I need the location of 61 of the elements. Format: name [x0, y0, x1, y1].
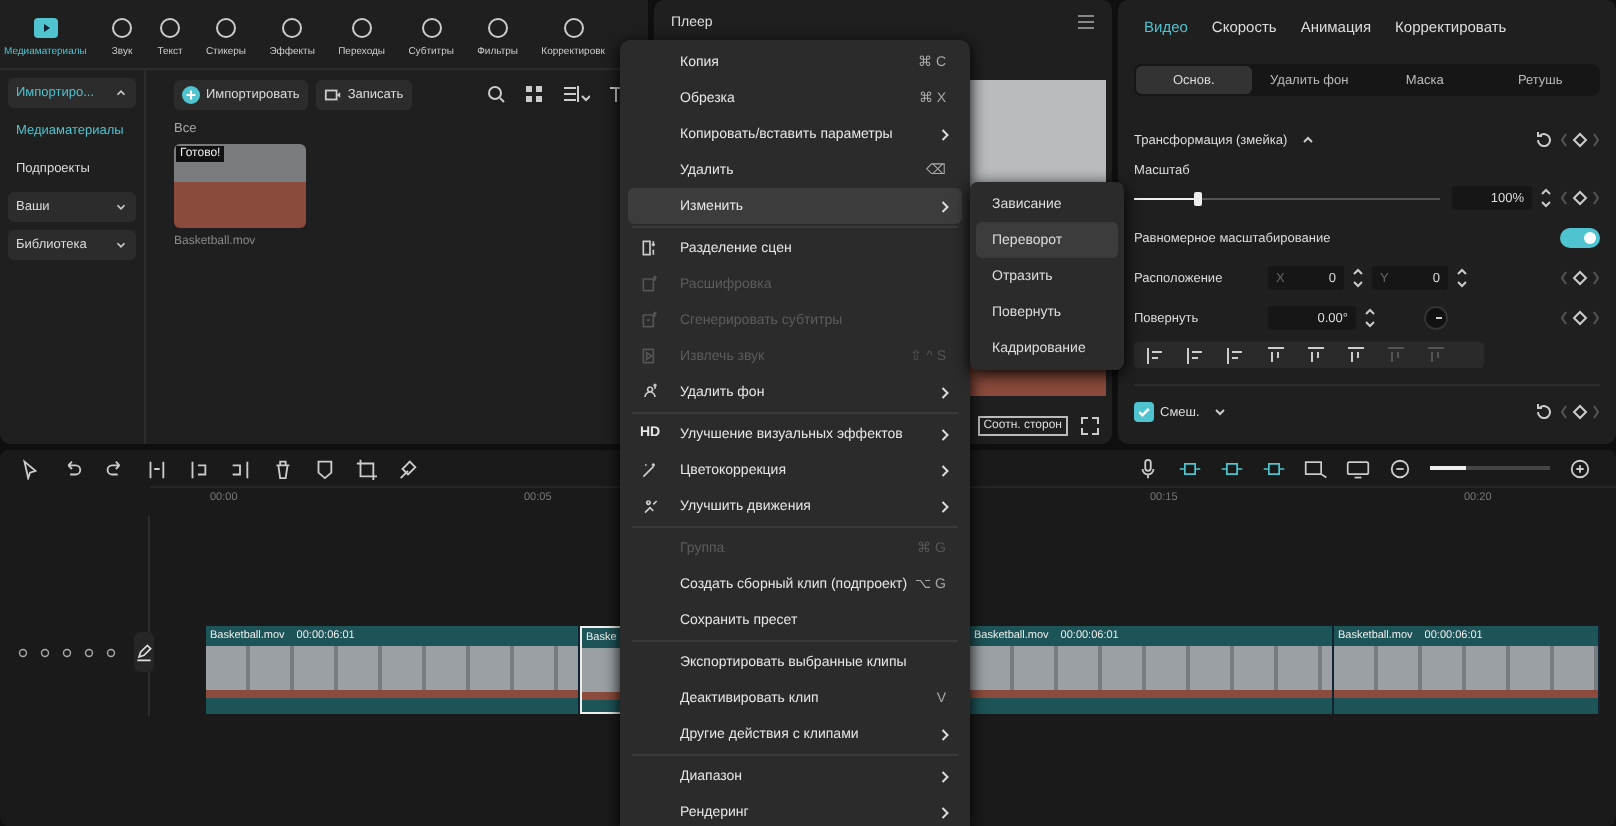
tab-icon	[33, 15, 58, 39]
menu-icon	[640, 238, 660, 258]
toolbar-icon[interactable]	[312, 457, 336, 479]
preview-icon[interactable]	[1304, 457, 1328, 479]
menu-icon[interactable]	[1076, 12, 1096, 32]
menu-icon	[640, 382, 660, 402]
stepper-icon[interactable]	[1362, 304, 1378, 332]
keyframe-icon[interactable]	[1560, 268, 1600, 288]
reset-icon[interactable]	[1534, 130, 1554, 150]
toolbar-icon[interactable]	[18, 457, 42, 479]
grid-icon[interactable]	[524, 84, 545, 104]
toolbar-icon[interactable]	[186, 457, 210, 479]
keyframe-icon[interactable]	[1560, 130, 1600, 150]
zoom-out-icon[interactable]	[1388, 457, 1412, 479]
toolbar-icon[interactable]	[228, 457, 252, 479]
display-icon[interactable]	[1346, 457, 1370, 479]
link-icon[interactable]	[1262, 457, 1286, 479]
reset-icon[interactable]	[1534, 402, 1554, 422]
tab-icon	[349, 15, 374, 39]
plus-icon	[182, 85, 200, 103]
slider-thumb[interactable]	[1194, 191, 1203, 205]
keyframe-icon[interactable]	[1560, 188, 1600, 208]
caret-icon	[114, 200, 128, 214]
toggle-switch[interactable]	[1560, 228, 1600, 248]
menu-icon	[640, 274, 660, 294]
tab-icon	[110, 15, 135, 39]
rotation-dial-icon[interactable]	[1424, 306, 1448, 330]
edit-cover-button[interactable]	[134, 632, 154, 672]
microphone-icon[interactable]	[1136, 457, 1160, 479]
menu-icon	[640, 346, 660, 366]
stepper-icon[interactable]	[1538, 184, 1554, 212]
caret-icon[interactable]	[1211, 404, 1228, 420]
toolbar-icon[interactable]	[354, 457, 378, 479]
caret-icon[interactable]	[1299, 132, 1316, 148]
keyframe-icon[interactable]	[1560, 308, 1600, 328]
toolbar-icon[interactable]	[396, 457, 420, 479]
pencil-icon	[134, 642, 154, 662]
menu-icon	[640, 460, 660, 480]
fullscreen-icon[interactable]	[1080, 416, 1100, 436]
link-icon[interactable]	[1178, 457, 1202, 479]
tab-icon	[561, 15, 586, 39]
stepper-icon[interactable]	[1350, 264, 1366, 292]
toolbar-icon[interactable]	[102, 457, 126, 479]
camera-icon	[323, 85, 342, 103]
tab-icon	[213, 15, 238, 39]
tab-icon	[419, 15, 444, 39]
menu-icon	[640, 496, 660, 516]
zoom-in-icon[interactable]	[1568, 457, 1592, 479]
tab-icon	[485, 15, 510, 39]
tab-icon	[280, 15, 305, 39]
tab-icon	[157, 15, 182, 39]
toolbar-icon[interactable]	[144, 457, 168, 479]
caret-icon	[114, 238, 128, 252]
sort-icon[interactable]	[562, 84, 591, 104]
keyframe-icon[interactable]	[1560, 402, 1600, 422]
link-icon[interactable]	[1220, 457, 1244, 479]
checkbox[interactable]	[1134, 402, 1154, 422]
menu-icon	[640, 310, 660, 330]
caret-icon	[114, 86, 128, 100]
search-icon[interactable]	[486, 84, 507, 104]
stepper-icon[interactable]	[1454, 264, 1470, 292]
